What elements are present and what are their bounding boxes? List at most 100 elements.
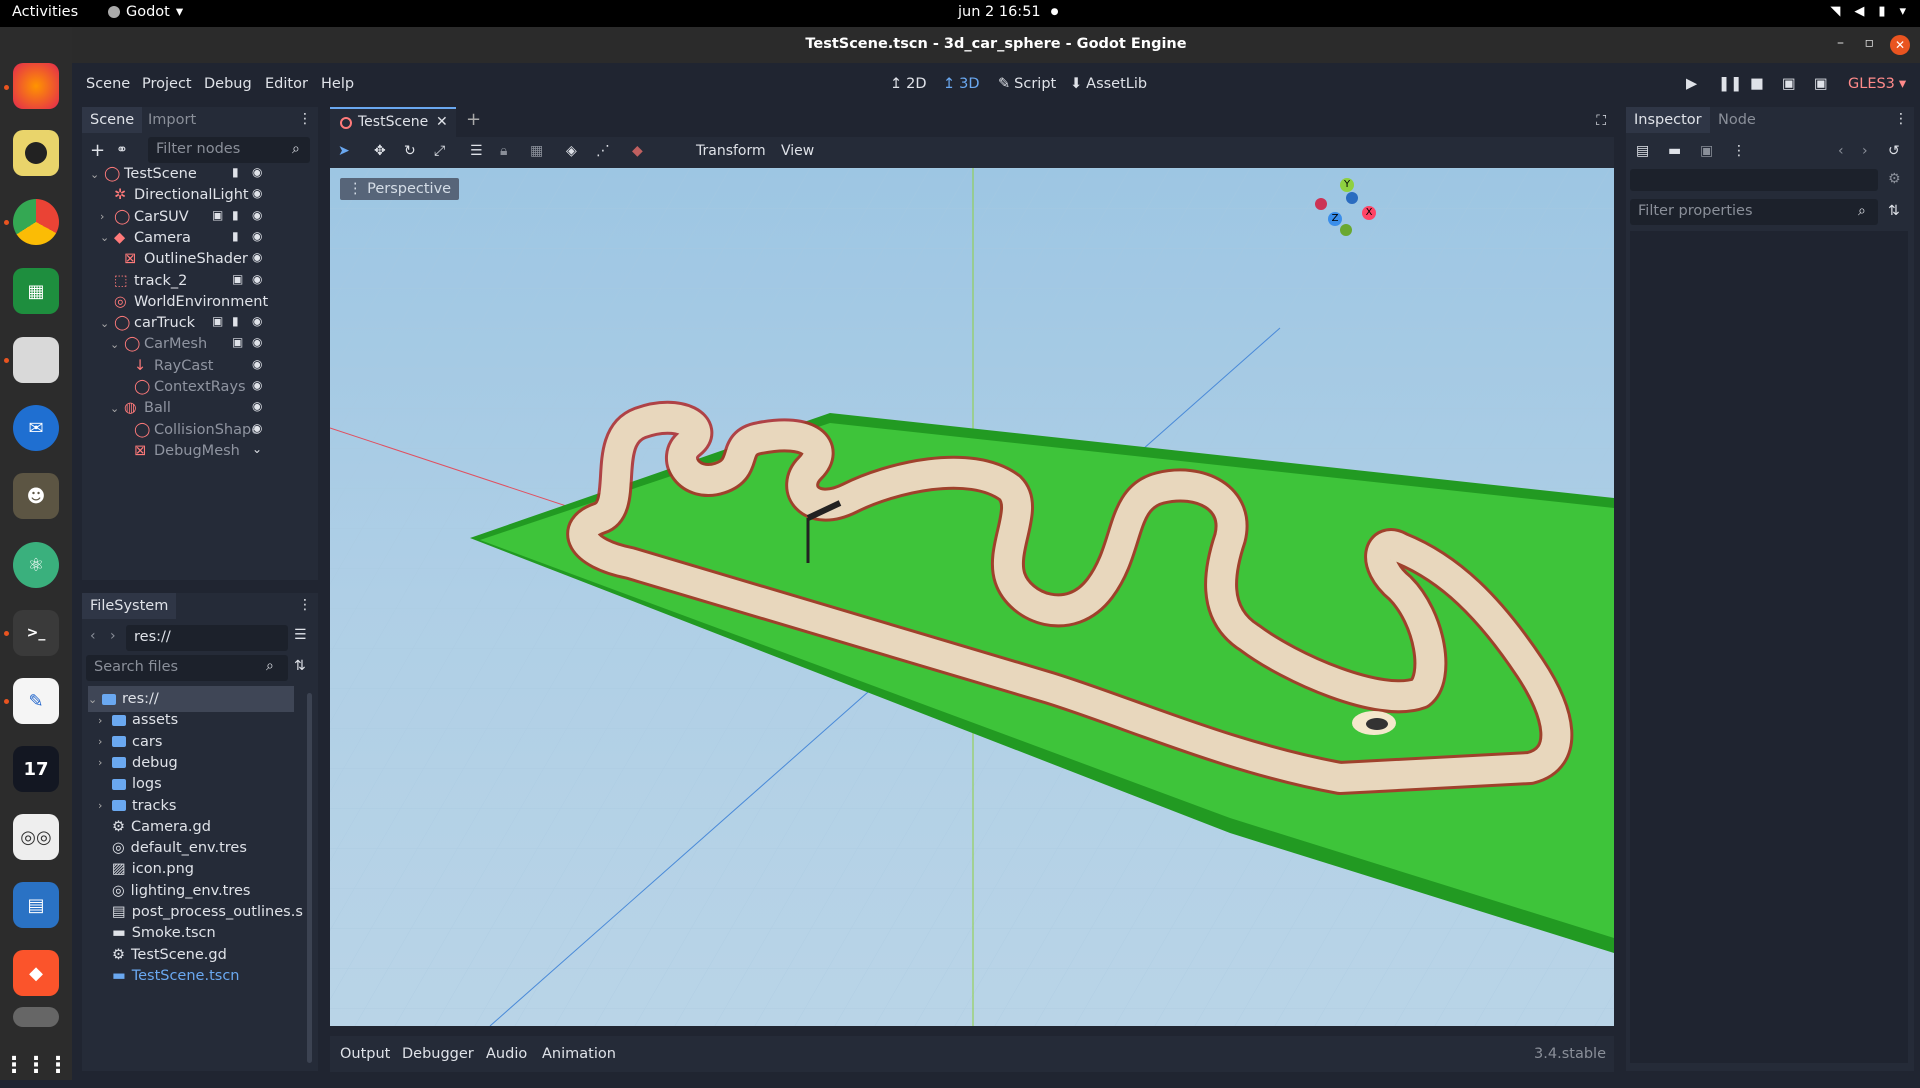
new-resource-icon[interactable]: ▤ (1636, 143, 1649, 159)
expand-arrow-icon[interactable]: ⌄ (88, 693, 102, 706)
sort-icon[interactable]: ⇅ (294, 658, 306, 674)
minimize-button[interactable]: – (1837, 35, 1844, 51)
add-tab-icon[interactable]: + (466, 109, 481, 130)
menu-editor[interactable]: Editor (265, 76, 308, 92)
open-scene-icon[interactable]: ▣ (212, 314, 223, 328)
spreadsheet-icon[interactable]: ▦ (13, 268, 59, 314)
visibility-eye-icon[interactable]: ◉ (252, 357, 262, 371)
scene-tree-item[interactable]: ⊠ DebugMesh (120, 438, 240, 464)
activities-button[interactable]: Activities (12, 4, 78, 20)
visibility-eye-icon[interactable]: ◉ (252, 208, 262, 222)
tab-filesystem[interactable]: FileSystem (82, 593, 177, 619)
expand-arrow-icon[interactable]: › (98, 756, 112, 769)
close-button[interactable]: ✕ (1890, 35, 1910, 55)
terminal-icon[interactable]: >_ (13, 610, 59, 656)
expand-arrow-icon[interactable]: ⌄ (100, 317, 114, 330)
tab-scene[interactable]: Scene (82, 107, 143, 133)
mode-assetlib-button[interactable]: ⬇ AssetLib (1070, 76, 1147, 92)
split-mode-icon[interactable]: ☰ (294, 627, 307, 643)
perspective-menu[interactable]: ⋮ Perspective (340, 178, 460, 200)
menu-project[interactable]: Project (142, 76, 192, 92)
atom-icon[interactable]: ⚛ (13, 542, 59, 588)
save-icon[interactable]: ▣ (1700, 143, 1713, 159)
visibility-eye-icon[interactable]: ◉ (252, 399, 262, 413)
renderer-select[interactable]: GLES3 ▾ (1848, 76, 1906, 92)
files-icon[interactable] (13, 337, 59, 383)
gizmo-neg-z[interactable] (1346, 192, 1358, 204)
visibility-eye-icon[interactable]: ◉ (252, 186, 262, 200)
pause-button[interactable]: ❚❚ (1718, 76, 1742, 92)
distraction-free-icon[interactable]: ⛶ (1596, 113, 1606, 129)
forward-icon[interactable]: › (110, 628, 116, 644)
script-icon[interactable]: ▮ (232, 229, 239, 243)
maximize-button[interactable]: ▫ (1865, 35, 1875, 51)
chrome-icon[interactable] (13, 199, 59, 245)
transform-menu[interactable]: Transform (696, 143, 766, 159)
stop-button[interactable]: ■ (1750, 76, 1764, 92)
gizmo-z[interactable]: Z (1328, 212, 1342, 226)
tab-inspector[interactable]: Inspector (1626, 107, 1710, 133)
gizmo-y[interactable]: Y (1340, 178, 1354, 192)
play-button[interactable]: ▶ (1686, 76, 1697, 92)
group-icon[interactable]: ▦ (530, 143, 543, 159)
view-menu[interactable]: View (781, 143, 814, 159)
tradingview-icon[interactable]: 17 (13, 746, 59, 792)
menu-scene[interactable]: Scene (86, 76, 130, 92)
expand-arrow-icon[interactable]: › (100, 210, 114, 223)
menu-help[interactable]: Help (321, 76, 354, 92)
tab-node[interactable]: Node (1718, 112, 1756, 128)
play-scene-button[interactable]: ▣ (1782, 76, 1796, 92)
drive-icon[interactable] (13, 1007, 59, 1027)
object-properties-icon[interactable]: ⚙ (1888, 171, 1901, 187)
script-icon[interactable]: ▮ (232, 208, 239, 222)
close-tab-icon[interactable]: ✕ (436, 114, 448, 130)
lock-icon[interactable]: 🔒︎ (500, 143, 507, 159)
expand-arrow-icon[interactable]: › (98, 799, 112, 812)
visibility-eye-icon[interactable]: ◉ (252, 272, 262, 286)
dock-menu-icon[interactable]: ⋮ (298, 597, 312, 613)
firefox-icon[interactable] (13, 63, 59, 109)
mode-3d-button[interactable]: ↥ 3D (943, 76, 980, 92)
tab-output[interactable]: Output (340, 1046, 390, 1062)
thunderbird-icon[interactable]: ✉ (13, 405, 59, 451)
open-folder-icon[interactable]: ▬ (1668, 143, 1681, 159)
expand-arrow-icon[interactable]: ⌄ (110, 402, 124, 415)
open-scene-icon[interactable]: ▣ (232, 272, 243, 286)
visibility-eye-icon[interactable]: ◉ (252, 314, 262, 328)
tab-debugger[interactable]: Debugger (402, 1046, 474, 1062)
scale-tool-icon[interactable]: ⤢ (434, 143, 445, 159)
add-node-icon[interactable]: + (90, 140, 105, 161)
play-custom-scene-button[interactable]: ▣ (1814, 76, 1828, 92)
rhythmbox-icon[interactable] (13, 130, 59, 176)
expand-arrow-icon[interactable]: ⌄ (90, 168, 104, 181)
gizmo-neg-x[interactable] (1315, 198, 1327, 210)
gimp-icon[interactable]: ☻ (13, 473, 59, 519)
back-icon[interactable]: ‹ (90, 628, 96, 644)
mode-2d-button[interactable]: ↥ 2D (890, 76, 927, 92)
tab-import[interactable]: Import (148, 112, 196, 128)
visibility-eye-icon[interactable]: ◉ (252, 250, 262, 264)
clock[interactable]: jun 2 16:51 ● (958, 4, 1059, 20)
expand-arrow-icon[interactable]: ⌄ (100, 231, 114, 244)
chevron-down-icon[interactable]: ⌄ (252, 442, 262, 456)
3d-viewport[interactable]: ⋮ Perspective Y X Z (330, 168, 1614, 1026)
reader-icon[interactable]: ◎◎ (13, 814, 59, 860)
history-forward-icon[interactable]: › (1862, 143, 1868, 159)
camera-preview-icon[interactable]: ◆ (632, 143, 643, 159)
visibility-eye-icon[interactable]: ◉ (252, 378, 262, 392)
open-scene-icon[interactable]: ▣ (232, 335, 243, 349)
open-scene-icon[interactable]: ▣ (212, 208, 223, 222)
visibility-eye-icon[interactable]: ◉ (252, 421, 262, 435)
local-space-icon[interactable]: ◈ (566, 143, 577, 159)
filter-nodes-input[interactable]: Filter nodes (148, 137, 310, 163)
path-field[interactable]: res:// (126, 625, 288, 651)
app-menu[interactable]: Godot ▾ (108, 4, 183, 20)
script-icon[interactable]: ▮ (232, 165, 239, 179)
mode-script-button[interactable]: ✎ Script (998, 76, 1056, 92)
gizmo-x[interactable]: X (1362, 206, 1376, 220)
history-icon[interactable]: ↺ (1888, 143, 1900, 159)
visibility-eye-icon[interactable]: ◉ (252, 229, 262, 243)
file-tree-item[interactable]: ▬ TestScene.tscn (98, 963, 239, 989)
visibility-eye-icon[interactable]: ◉ (252, 335, 262, 349)
scrollbar[interactable] (307, 693, 312, 1063)
